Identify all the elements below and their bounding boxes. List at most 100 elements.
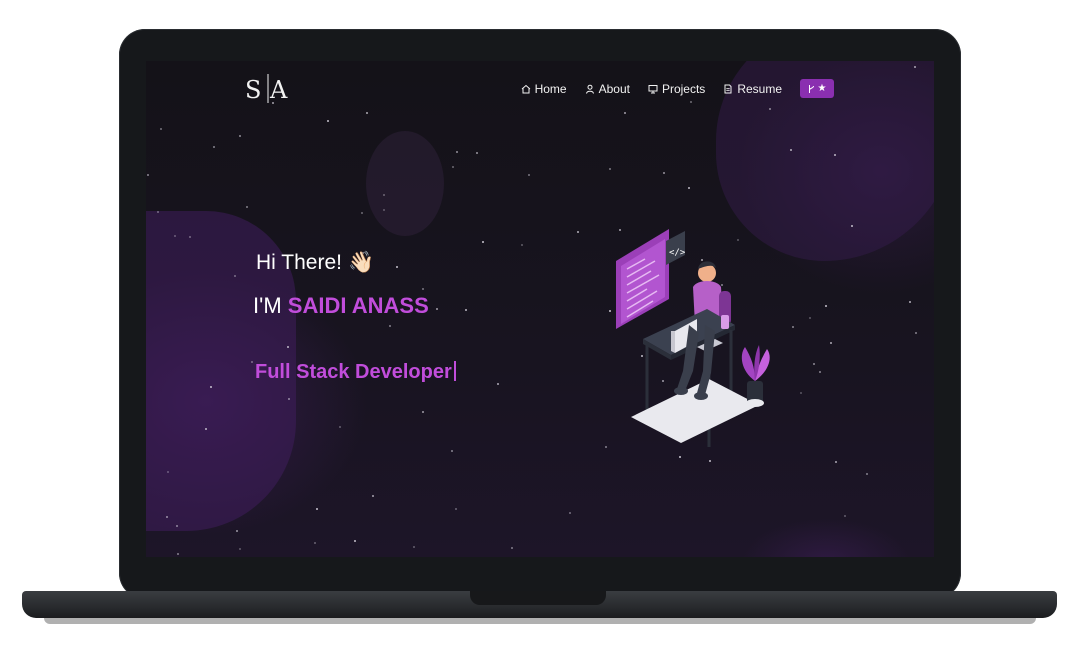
star: [327, 120, 329, 122]
star: [234, 275, 236, 277]
star: [288, 398, 290, 400]
nav-label: Projects: [661, 81, 706, 96]
intro-prefix: I'M: [253, 293, 288, 318]
star: [166, 516, 168, 518]
star: [316, 508, 318, 510]
intro-name: SAIDI ANASS: [287, 293, 429, 318]
star: [609, 168, 611, 170]
background-blob: [366, 131, 444, 236]
star: [813, 363, 815, 365]
star: [314, 542, 316, 544]
star: [569, 512, 571, 514]
star: [361, 212, 363, 214]
star: [389, 325, 391, 327]
star: [809, 317, 811, 319]
nav-label: About: [598, 81, 630, 96]
star: [834, 154, 836, 156]
star: [511, 547, 513, 549]
star-icon: ★: [817, 83, 827, 94]
greeting: Hi There! 👋🏻: [256, 251, 374, 275]
star: [176, 525, 178, 527]
star: [422, 411, 424, 413]
star: [800, 392, 802, 394]
star: [239, 135, 241, 137]
star: [422, 288, 424, 290]
star: [792, 326, 794, 328]
star: [521, 244, 523, 246]
projects-icon: [648, 84, 658, 93]
site-logo[interactable]: S A: [244, 70, 292, 106]
star: [605, 446, 607, 448]
star: [210, 386, 212, 388]
star: [476, 152, 478, 154]
star: [205, 428, 207, 430]
star: [624, 112, 626, 114]
nav-home[interactable]: Home: [521, 82, 567, 96]
website-screen: S A Home About Projects Resume ★ Hi Ther…: [146, 61, 934, 557]
star: [251, 361, 253, 363]
typed-text: Full Stack Developer: [255, 361, 452, 383]
star: [177, 553, 179, 555]
star: [688, 187, 690, 189]
home-icon: [521, 84, 530, 93]
star: [239, 548, 241, 550]
star: [866, 473, 868, 475]
star: [160, 128, 162, 130]
nav-resume[interactable]: Resume: [723, 82, 782, 96]
laptop-shadow: [44, 618, 1036, 624]
nav-label: Home: [534, 81, 567, 96]
star: [339, 426, 341, 428]
star: [354, 540, 356, 542]
star: [246, 206, 248, 208]
laptop-notch: [470, 591, 606, 605]
main-nav: Home About Projects Resume ★: [503, 79, 834, 98]
user-icon: [585, 84, 594, 94]
star: [528, 174, 530, 176]
star: [851, 225, 853, 227]
star: [455, 508, 457, 510]
star: [396, 266, 398, 268]
star: [147, 174, 149, 176]
svg-text:S: S: [245, 76, 261, 104]
star: [456, 151, 458, 153]
star: [383, 194, 385, 196]
star: [236, 530, 238, 532]
developer-illustration: </>: [616, 229, 770, 447]
star: [189, 236, 191, 238]
star: [174, 235, 176, 237]
svg-text:</>: </>: [669, 248, 686, 258]
star: [663, 172, 665, 174]
star: [769, 108, 771, 110]
star: [819, 371, 821, 373]
star: [844, 515, 846, 517]
star: [709, 460, 711, 462]
star: [909, 301, 911, 303]
star: [830, 342, 832, 344]
star: [497, 383, 499, 385]
nav-about[interactable]: About: [585, 82, 630, 96]
star: [790, 149, 792, 151]
typewriter-role: Full Stack Developer: [255, 361, 456, 384]
star: [213, 146, 215, 148]
star: [835, 461, 837, 463]
star: [287, 346, 289, 348]
star: [413, 546, 415, 548]
wave-icon: 👋🏻: [347, 251, 375, 274]
greeting-text: Hi There!: [256, 251, 342, 274]
star: [482, 241, 484, 243]
star: [690, 101, 692, 103]
star: [577, 231, 579, 233]
star: [451, 450, 453, 452]
star: [679, 456, 681, 458]
github-star-button[interactable]: ★: [800, 79, 834, 98]
star: [157, 211, 159, 213]
fork-icon: [808, 84, 814, 93]
star: [915, 332, 917, 334]
text-caret: [453, 361, 456, 381]
intro-heading: I'M SAIDI ANASS: [253, 293, 429, 319]
star: [825, 305, 827, 307]
nav-projects[interactable]: Projects: [648, 82, 705, 96]
star: [372, 495, 374, 497]
star: [914, 66, 916, 68]
nav-label: Resume: [737, 81, 782, 96]
